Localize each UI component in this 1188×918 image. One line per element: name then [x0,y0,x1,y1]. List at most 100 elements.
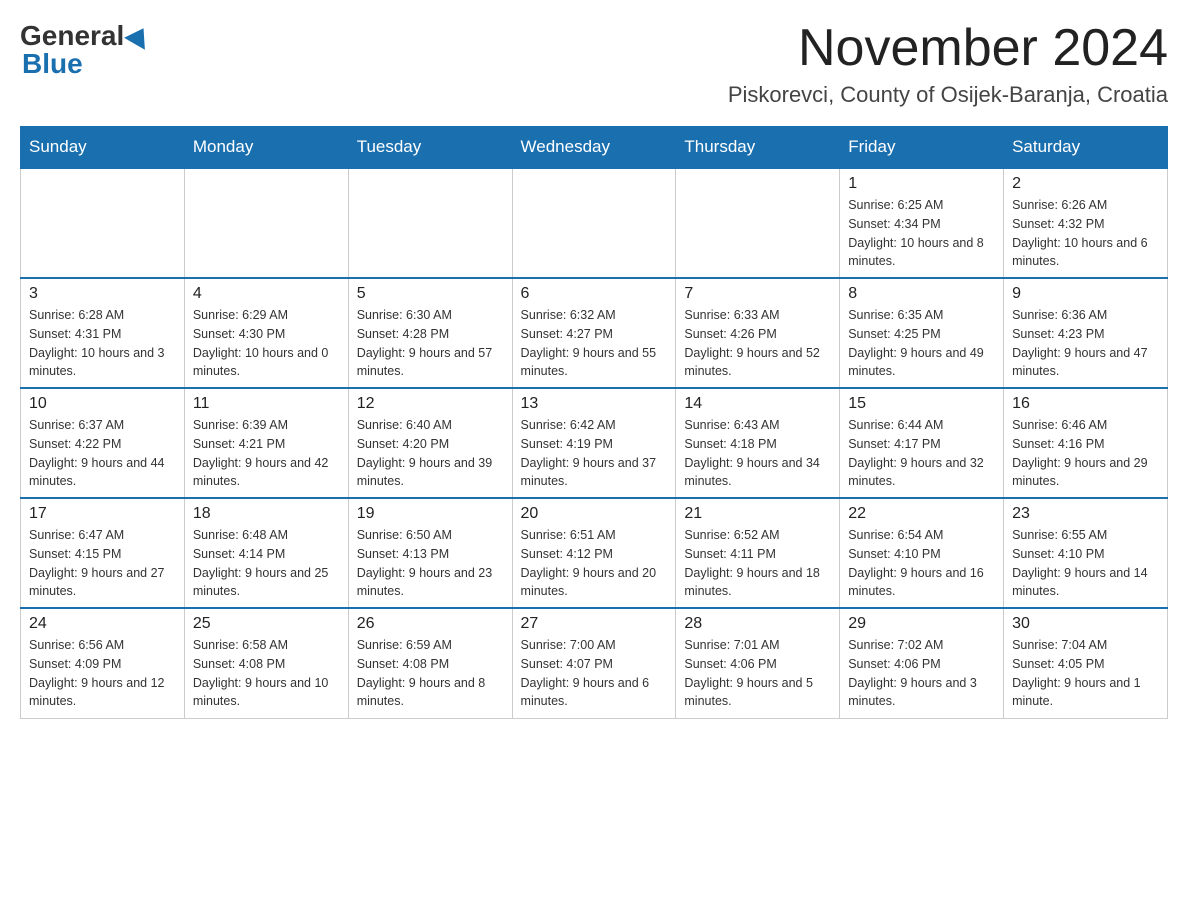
month-title: November 2024 [728,20,1168,77]
day-number: 14 [684,395,831,413]
day-number: 19 [357,505,504,523]
day-info: Sunrise: 6:29 AMSunset: 4:30 PMDaylight:… [193,306,340,381]
day-cell: 25 Sunrise: 6:58 AMSunset: 4:08 PMDayligh… [184,608,348,718]
week-row-2: 3Sunrise: 6:28 AMSunset: 4:31 PMDaylight… [21,278,1168,388]
day-cell [184,168,348,278]
week-row-3: 10 Sunrise: 6:37 AMSunset: 4:22 PMDayligh… [21,388,1168,498]
day-cell: 19 Sunrise: 6:50 AMSunset: 4:13 PMDayligh… [348,498,512,608]
logo: General Blue [20,20,154,80]
day-number: 13 [521,395,668,413]
day-info: Sunrise: 6:58 AMSunset: 4:08 PMDaylight:… [193,636,340,711]
day-info: Sunrise: 6:32 AMSunset: 4:27 PMDaylight:… [521,306,668,381]
day-info: Sunrise: 7:01 AMSunset: 4:06 PMDaylight:… [684,636,831,711]
header-wednesday: Wednesday [512,127,676,169]
day-number: 25 [193,615,340,633]
page-header: General Blue November 2024 Piskorevci, C… [20,20,1168,108]
day-number: 30 [1012,615,1159,633]
day-cell: 3Sunrise: 6:28 AMSunset: 4:31 PMDaylight… [21,278,185,388]
day-info: Sunrise: 6:30 AMSunset: 4:28 PMDaylight:… [357,306,504,381]
location-title: Piskorevci, County of Osijek-Baranja, Cr… [728,82,1168,108]
day-cell: 1 Sunrise: 6:25 AMSunset: 4:34 PMDaylight… [840,168,1004,278]
day-info: Sunrise: 6:35 AMSunset: 4:25 PMDaylight:… [848,306,995,381]
day-number: 16 [1012,395,1159,413]
day-cell: 23Sunrise: 6:55 AMSunset: 4:10 PMDayligh… [1004,498,1168,608]
day-info: Sunrise: 7:00 AMSunset: 4:07 PMDaylight:… [521,636,668,711]
day-cell [21,168,185,278]
day-cell: 9 Sunrise: 6:36 AMSunset: 4:23 PMDaylight… [1004,278,1168,388]
day-cell: 24 Sunrise: 6:56 AMSunset: 4:09 PMDayligh… [21,608,185,718]
header-thursday: Thursday [676,127,840,169]
calendar-table: SundayMondayTuesdayWednesdayThursdayFrid… [20,126,1168,719]
day-cell: 26Sunrise: 6:59 AMSunset: 4:08 PMDayligh… [348,608,512,718]
day-info: Sunrise: 6:26 AMSunset: 4:32 PMDaylight:… [1012,196,1159,271]
header-friday: Friday [840,127,1004,169]
day-cell: 22 Sunrise: 6:54 AMSunset: 4:10 PMDayligh… [840,498,1004,608]
day-number: 6 [521,285,668,303]
day-cell: 14 Sunrise: 6:43 AMSunset: 4:18 PMDayligh… [676,388,840,498]
day-info: Sunrise: 6:25 AMSunset: 4:34 PMDaylight:… [848,196,995,271]
day-cell: 16 Sunrise: 6:46 AMSunset: 4:16 PMDayligh… [1004,388,1168,498]
day-number: 29 [848,615,995,633]
header-monday: Monday [184,127,348,169]
day-cell: 28 Sunrise: 7:01 AMSunset: 4:06 PMDayligh… [676,608,840,718]
title-area: November 2024 Piskorevci, County of Osij… [728,20,1168,108]
day-info: Sunrise: 6:55 AMSunset: 4:10 PMDaylight:… [1012,526,1159,601]
day-number: 21 [684,505,831,523]
day-cell: 29Sunrise: 7:02 AMSunset: 4:06 PMDayligh… [840,608,1004,718]
day-cell: 12Sunrise: 6:40 AMSunset: 4:20 PMDayligh… [348,388,512,498]
day-info: Sunrise: 6:54 AMSunset: 4:10 PMDaylight:… [848,526,995,601]
day-cell: 30 Sunrise: 7:04 AMSunset: 4:05 PMDayligh… [1004,608,1168,718]
header-saturday: Saturday [1004,127,1168,169]
day-info: Sunrise: 6:46 AMSunset: 4:16 PMDaylight:… [1012,416,1159,491]
day-info: Sunrise: 6:52 AMSunset: 4:11 PMDaylight:… [684,526,831,601]
logo-triangle-icon [124,22,154,50]
day-cell: 17Sunrise: 6:47 AMSunset: 4:15 PMDayligh… [21,498,185,608]
day-number: 22 [848,505,995,523]
day-cell [676,168,840,278]
day-info: Sunrise: 6:59 AMSunset: 4:08 PMDaylight:… [357,636,504,711]
day-number: 12 [357,395,504,413]
day-number: 17 [29,505,176,523]
day-number: 11 [193,395,340,413]
day-number: 10 [29,395,176,413]
day-info: Sunrise: 6:56 AMSunset: 4:09 PMDaylight:… [29,636,176,711]
logo-blue: Blue [20,48,83,80]
day-info: Sunrise: 6:39 AMSunset: 4:21 PMDaylight:… [193,416,340,491]
day-info: Sunrise: 6:36 AMSunset: 4:23 PMDaylight:… [1012,306,1159,381]
day-number: 20 [521,505,668,523]
day-cell: 18 Sunrise: 6:48 AMSunset: 4:14 PMDayligh… [184,498,348,608]
day-cell: 7Sunrise: 6:33 AMSunset: 4:26 PMDaylight… [676,278,840,388]
day-number: 4 [193,285,340,303]
day-info: Sunrise: 6:43 AMSunset: 4:18 PMDaylight:… [684,416,831,491]
day-number: 27 [521,615,668,633]
day-number: 3 [29,285,176,303]
day-number: 18 [193,505,340,523]
day-cell: 13 Sunrise: 6:42 AMSunset: 4:19 PMDayligh… [512,388,676,498]
week-row-1: 1 Sunrise: 6:25 AMSunset: 4:34 PMDaylight… [21,168,1168,278]
day-cell: 10 Sunrise: 6:37 AMSunset: 4:22 PMDayligh… [21,388,185,498]
day-info: Sunrise: 6:50 AMSunset: 4:13 PMDaylight:… [357,526,504,601]
header-tuesday: Tuesday [348,127,512,169]
header-sunday: Sunday [21,127,185,169]
day-info: Sunrise: 6:37 AMSunset: 4:22 PMDaylight:… [29,416,176,491]
day-number: 2 [1012,175,1159,193]
week-row-5: 24 Sunrise: 6:56 AMSunset: 4:09 PMDayligh… [21,608,1168,718]
day-info: Sunrise: 7:04 AMSunset: 4:05 PMDaylight:… [1012,636,1159,711]
day-cell: 15Sunrise: 6:44 AMSunset: 4:17 PMDayligh… [840,388,1004,498]
day-number: 28 [684,615,831,633]
day-cell: 4 Sunrise: 6:29 AMSunset: 4:30 PMDaylight… [184,278,348,388]
day-info: Sunrise: 6:42 AMSunset: 4:19 PMDaylight:… [521,416,668,491]
day-number: 24 [29,615,176,633]
day-number: 1 [848,175,995,193]
day-cell: 21 Sunrise: 6:52 AMSunset: 4:11 PMDayligh… [676,498,840,608]
day-number: 8 [848,285,995,303]
day-number: 9 [1012,285,1159,303]
day-cell [512,168,676,278]
day-number: 7 [684,285,831,303]
day-cell: 6 Sunrise: 6:32 AMSunset: 4:27 PMDaylight… [512,278,676,388]
day-info: Sunrise: 6:48 AMSunset: 4:14 PMDaylight:… [193,526,340,601]
day-cell: 8 Sunrise: 6:35 AMSunset: 4:25 PMDaylight… [840,278,1004,388]
day-cell: 11 Sunrise: 6:39 AMSunset: 4:21 PMDayligh… [184,388,348,498]
day-cell: 27 Sunrise: 7:00 AMSunset: 4:07 PMDayligh… [512,608,676,718]
day-cell: 5Sunrise: 6:30 AMSunset: 4:28 PMDaylight… [348,278,512,388]
